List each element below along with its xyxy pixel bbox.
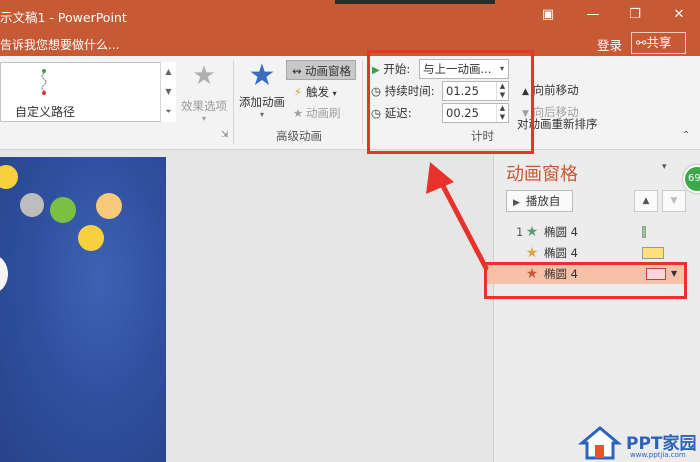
- chevron-down-icon: ▾: [201, 114, 206, 123]
- advanced-animation-group-label: 高级动画: [276, 129, 322, 143]
- ribbon: 自定义路径 ▲ ▼ ⏷ ★ 效果选项 ▾ ⇲ ★ 添加动画 ▾ ↭ 动画窗格 ⚡ 触…: [0, 56, 700, 150]
- slide-canvas[interactable]: [0, 157, 166, 462]
- add-animation-label: 添加动画: [239, 95, 285, 109]
- yellow-circle[interactable]: [78, 225, 104, 251]
- animation-pane-icon: ↭: [292, 64, 302, 78]
- green-circle[interactable]: [50, 197, 76, 223]
- brush-icon: ★: [292, 106, 304, 120]
- gallery-more-icon[interactable]: ⏷: [161, 102, 176, 122]
- tell-me-input[interactable]: 告诉我您想要做什么...: [0, 36, 119, 53]
- collapse-ribbon-icon[interactable]: ⌃: [682, 130, 690, 141]
- share-button[interactable]: ⚯共享: [631, 32, 686, 54]
- login-link[interactable]: 登录: [597, 35, 622, 54]
- gray-circle[interactable]: [20, 193, 44, 217]
- star-icon: ★: [525, 245, 539, 261]
- item-name: 椭圆 4: [544, 246, 578, 260]
- move-later-label: 向后移动: [532, 105, 579, 119]
- divider: [233, 60, 234, 144]
- yellow-circle[interactable]: [0, 165, 18, 189]
- white-circle[interactable]: [0, 255, 8, 293]
- ribbon-display-options-icon[interactable]: ▣: [537, 4, 559, 26]
- watermark-url: www.pptjia.com: [630, 451, 686, 459]
- item-name: 椭圆 4: [544, 225, 578, 239]
- move-up-button[interactable]: ▲: [634, 190, 658, 212]
- orange-circle[interactable]: [96, 193, 122, 219]
- tell-me-bar: 告诉我您想要做什么... 登录 ⚯共享: [0, 30, 700, 56]
- pane-menu-icon[interactable]: ▾: [662, 162, 667, 172]
- trigger-button[interactable]: ⚡ 触发 ▾: [290, 82, 337, 102]
- gallery-item-label[interactable]: 自定义路径: [15, 103, 75, 120]
- annotation-arrow-icon: [426, 162, 489, 271]
- animation-pane-label: 动画窗格: [305, 64, 351, 78]
- title-bar: 示文稿1 - PowerPoint ▣ — ❐ ✕: [0, 0, 700, 30]
- top-strip: [335, 0, 495, 4]
- house-logo-icon: [577, 426, 623, 460]
- watermark: PPT家园 www.pptjia.com: [577, 425, 700, 462]
- timing-bar: [642, 226, 646, 238]
- arrow-up-icon: ▲: [642, 196, 650, 206]
- lightning-icon: ⚡: [293, 85, 303, 99]
- share-label: 共享: [646, 35, 672, 50]
- effect-options-label: 效果选项: [181, 99, 227, 113]
- close-button[interactable]: ✕: [668, 4, 690, 26]
- person-icon: ⚯: [636, 35, 647, 50]
- star-icon: ★: [192, 61, 216, 91]
- timing-bar: [642, 247, 664, 259]
- custom-path-icon: [41, 69, 47, 95]
- minimize-button[interactable]: —: [582, 4, 604, 26]
- arrow-down-icon: ▼: [670, 196, 678, 206]
- chevron-down-icon: ▾: [332, 89, 337, 98]
- effect-options-button[interactable]: ★ 效果选项 ▾: [179, 62, 229, 124]
- restore-button[interactable]: ❐: [624, 4, 646, 26]
- animation-pane-button[interactable]: ↭ 动画窗格: [286, 60, 356, 80]
- divider: [362, 60, 363, 144]
- scroll-up-icon[interactable]: ▲: [161, 62, 176, 82]
- add-star-icon: ★: [248, 58, 276, 93]
- chevron-down-icon: ▾: [259, 110, 264, 119]
- star-icon: ★: [525, 224, 539, 240]
- scroll-down-icon[interactable]: ▼: [161, 82, 176, 102]
- window-title: 示文稿1 - PowerPoint: [0, 10, 127, 25]
- dialog-launcher-icon[interactable]: ⇲: [221, 130, 231, 140]
- play-from-label: 播放自: [525, 194, 561, 208]
- move-down-button[interactable]: ▼: [662, 190, 686, 212]
- add-animation-button[interactable]: ★ 添加动画 ▾: [236, 60, 288, 124]
- animation-gallery[interactable]: 自定义路径: [0, 62, 176, 122]
- animation-painter-label: 动画刷: [306, 106, 341, 120]
- gallery-scrollbar[interactable]: ▲ ▼ ⏷: [160, 62, 176, 122]
- trigger-label: 触发: [306, 85, 329, 99]
- move-earlier-label: 向前移动: [532, 83, 579, 97]
- timing-highlight-box: [367, 50, 534, 154]
- animation-painter-button[interactable]: ★ 动画刷: [290, 103, 341, 123]
